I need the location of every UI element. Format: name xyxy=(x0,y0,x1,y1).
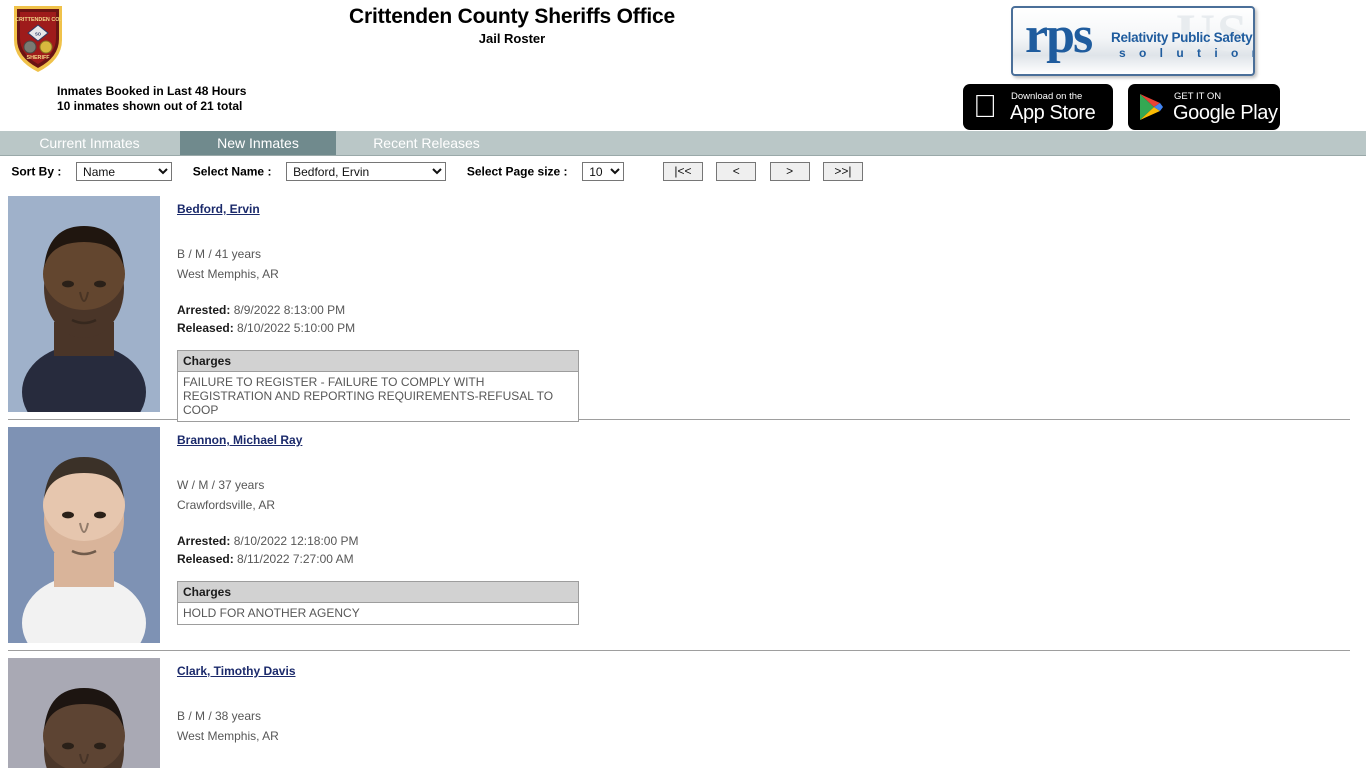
inmate-record: Brannon, Michael Ray W / M / 37 years Craw… xyxy=(0,427,1366,643)
inmate-record: Clark, Timothy Davis B / M / 38 years West… xyxy=(0,658,1366,768)
app-store-button[interactable]:  Download on the App Store xyxy=(963,84,1113,130)
booked-summary: Inmates Booked in Last 48 Hours 10 inmat… xyxy=(57,84,246,114)
arrested-label: Arrested: xyxy=(177,534,231,548)
inmate-record: Bedford, Ervin B / M / 41 years West Memph… xyxy=(0,196,1366,422)
inmate-city: West Memphis, AR xyxy=(177,267,279,281)
tab-bar: Current Inmates New Inmates Recent Relea… xyxy=(0,131,1366,156)
google-play-small-text: GET IT ON xyxy=(1174,91,1222,102)
booked-line-1: Inmates Booked in Last 48 Hours xyxy=(57,84,247,98)
record-divider xyxy=(8,650,1350,651)
last-page-button[interactable]: >>| xyxy=(822,162,863,181)
charge-row: HOLD FOR ANOTHER AGENCY xyxy=(177,602,579,625)
released-label: Released: xyxy=(177,321,234,335)
filter-toolbar: Sort By : Name Select Name : Bedford, Er… xyxy=(0,156,1366,196)
booking-dates: Arrested: 8/10/2022 12:18:00 PM Released:… xyxy=(177,532,1356,568)
rps-wordmark: rps xyxy=(1025,7,1093,64)
inmate-name-link[interactable]: Clark, Timothy Davis xyxy=(177,664,296,678)
google-play-button[interactable]: GET IT ON Google Play xyxy=(1128,84,1280,130)
inmate-demographics: W / M / 37 years xyxy=(177,478,265,492)
inmate-mugshot[interactable] xyxy=(8,658,160,768)
charges-header: Charges xyxy=(177,350,579,372)
inmate-demographics: B / M / 38 years xyxy=(177,709,262,723)
released-row: Released: 8/10/2022 5:10:00 PM xyxy=(177,319,1356,337)
arrested-row: Arrested: 8/10/2022 12:18:00 PM xyxy=(177,532,1356,550)
charge-row: FAILURE TO REGISTER - FAILURE TO COMPLY … xyxy=(177,371,579,422)
released-row: Released: 8/11/2022 7:27:00 AM xyxy=(177,550,1356,568)
google-play-big-text: Google Play xyxy=(1173,102,1278,124)
first-page-button[interactable]: |<< xyxy=(662,162,703,181)
arrested-row: Arrested: 8/9/2022 8:13:00 PM xyxy=(177,301,1356,319)
rps-solutions-text: s o l u t i o n s xyxy=(1119,46,1253,60)
page-title: Crittenden County Sheriffs Office xyxy=(349,5,675,28)
tab-current-inmates[interactable]: Current Inmates xyxy=(8,131,171,155)
google-play-icon xyxy=(1138,93,1164,121)
booked-line-2: 10 inmates shown out of 21 total xyxy=(57,99,243,113)
charges-table: Charges HOLD FOR ANOTHER AGENCY xyxy=(177,581,579,625)
rps-tagline: Relativity Public Safety xyxy=(1111,30,1253,45)
sort-by-label: Sort By : xyxy=(11,164,62,179)
arrested-value: 8/10/2022 12:18:00 PM xyxy=(233,534,359,548)
inmate-city: West Memphis, AR xyxy=(177,729,279,743)
app-store-big-text: App Store xyxy=(1010,102,1096,124)
page-header: CRITTENDEN CO. SO SHERIFF Crittenden Cou… xyxy=(0,0,1366,131)
rps-logo[interactable]: US rps Relativity Public Safety s o l u … xyxy=(1011,6,1255,76)
page-size-select[interactable]: 102550 xyxy=(582,162,625,181)
tab-new-inmates[interactable]: New Inmates xyxy=(180,131,336,155)
apple-icon:  xyxy=(973,90,997,122)
inmate-mugshot[interactable] xyxy=(8,427,160,643)
inmate-city: Crawfordsville, AR xyxy=(177,498,276,512)
prev-page-button[interactable]: < xyxy=(716,162,757,181)
svg-text:SHERIFF: SHERIFF xyxy=(26,55,50,61)
inmate-mugshot[interactable] xyxy=(8,196,160,412)
released-label: Released: xyxy=(177,552,234,566)
select-name-label: Select Name : xyxy=(192,164,272,179)
tab-recent-releases[interactable]: Recent Releases xyxy=(345,131,508,155)
released-value: 8/11/2022 7:27:00 AM xyxy=(237,552,354,566)
released-value: 8/10/2022 5:10:00 PM xyxy=(237,321,356,335)
charge-text: FAILURE TO REGISTER - FAILURE TO COMPLY … xyxy=(177,371,579,422)
arrested-value: 8/9/2022 8:13:00 PM xyxy=(233,303,346,317)
inmate-demographics: B / M / 41 years xyxy=(177,247,262,261)
sort-by-select[interactable]: Name xyxy=(76,162,173,181)
title-block: Crittenden County Sheriffs Office Jail R… xyxy=(0,4,1024,48)
charges-table: Charges FAILURE TO REGISTER - FAILURE TO … xyxy=(177,350,579,422)
charge-text: HOLD FOR ANOTHER AGENCY xyxy=(177,602,579,625)
app-store-small-text: Download on the xyxy=(1011,91,1083,102)
booking-dates: Arrested: 8/9/2022 8:13:00 PM Released: 8… xyxy=(177,301,1356,337)
page-subtitle: Jail Roster xyxy=(478,31,546,46)
inmate-list: Bedford, Ervin B / M / 41 years West Memph… xyxy=(0,196,1366,768)
inmate-name-link[interactable]: Bedford, Ervin xyxy=(177,202,260,216)
charges-header: Charges xyxy=(177,581,579,603)
arrested-label: Arrested: xyxy=(177,303,231,317)
page-size-label: Select Page size : xyxy=(466,164,568,179)
inmate-name-link[interactable]: Brannon, Michael Ray xyxy=(177,433,302,447)
next-page-button[interactable]: > xyxy=(769,162,810,181)
select-name-select[interactable]: Bedford, ErvinBrannon, Michael RayClark,… xyxy=(286,162,447,181)
